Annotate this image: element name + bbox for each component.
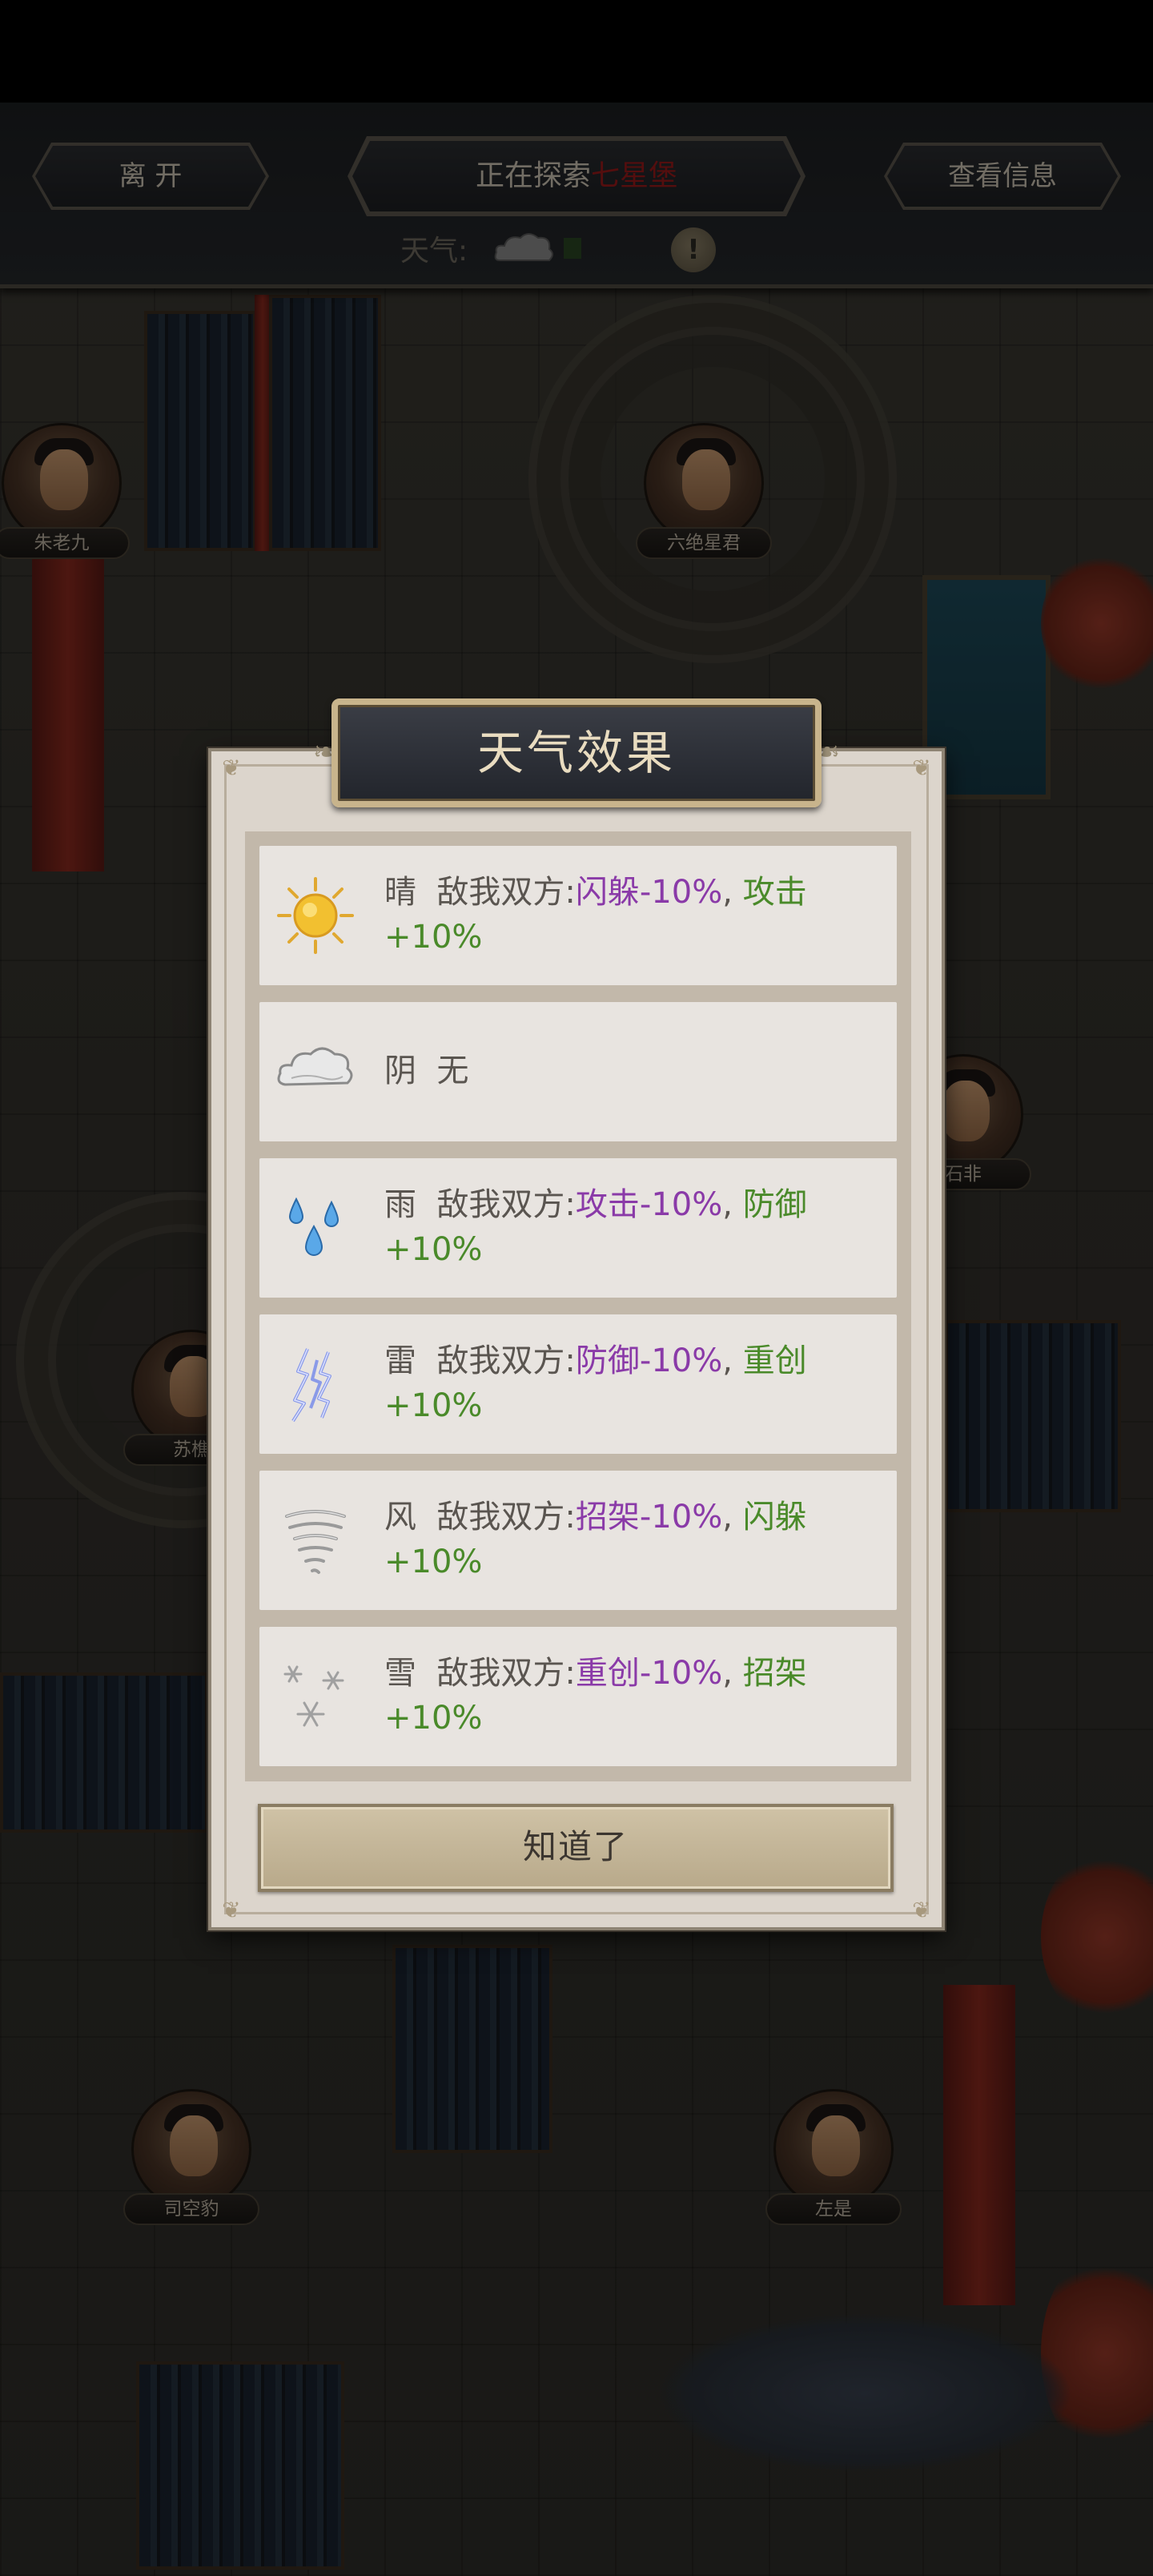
effect-prefix: 敌我双方: [436, 1342, 576, 1379]
effect-row-rain: 雨 敌我双方:攻击-10%, 防御 +10% [259, 1158, 897, 1298]
effect-row-snow: 雪 敌我双方:重创-10%, 招架 +10% [259, 1627, 897, 1766]
effect-positive-value: +10% [384, 1700, 483, 1737]
effect-positive-stat: 招架 [742, 1655, 807, 1692]
effect-positive-stat: 重创 [742, 1342, 807, 1379]
effect-text: 雨 敌我双方:攻击-10%, 防御 +10% [384, 1182, 873, 1272]
effect-row-wind: 风 敌我双方:招架-10%, 闪躲 +10% [259, 1471, 897, 1610]
effect-prefix: 敌我双方: [436, 1186, 576, 1223]
effect-negative: 防御-10% [575, 1342, 723, 1379]
thunder-icon [291, 1348, 331, 1423]
effect-none: 无 [436, 1053, 469, 1089]
effect-text: 雪 敌我双方:重创-10%, 招架 +10% [384, 1651, 873, 1741]
effect-separator: , [722, 1655, 733, 1692]
effect-positive-stat: 防御 [742, 1186, 807, 1223]
corner-ornament-icon: ❦ [912, 755, 931, 781]
effect-prefix: 敌我双方: [436, 874, 576, 911]
effect-name: 雪 [384, 1655, 416, 1692]
effect-separator: , [722, 1342, 733, 1379]
effect-row-sunny: 晴 敌我双方:闪躲-10%, 攻击 +10% [259, 846, 897, 985]
effect-text: 阴 无 [384, 1049, 873, 1093]
effect-row-thunder: 雷 敌我双方:防御-10%, 重创 +10% [259, 1314, 897, 1454]
effect-separator: , [722, 1186, 733, 1223]
snow-icon [283, 1665, 344, 1727]
effect-positive-value: +10% [384, 1231, 483, 1268]
effect-text: 雷 敌我双方:防御-10%, 重创 +10% [384, 1338, 873, 1428]
corner-ornament-icon: ❦ [222, 1897, 241, 1923]
effect-negative: 攻击-10% [575, 1186, 723, 1223]
effect-name: 雷 [384, 1342, 416, 1379]
wind-icon [285, 1510, 346, 1574]
effect-positive-value: +10% [384, 1387, 483, 1424]
effect-text: 风 敌我双方:招架-10%, 闪躲 +10% [384, 1495, 873, 1584]
effects-list: 晴 敌我双方:闪躲-10%, 攻击 +10% 阴 无 雨 敌我双方:攻击-10%,… [245, 831, 911, 1781]
effect-name: 阴 [384, 1053, 416, 1089]
corner-ornament-icon: ❦ [912, 1897, 931, 1923]
corner-ornament-icon: ❦ [222, 755, 241, 781]
confirm-button[interactable]: 知道了 [258, 1804, 894, 1892]
effect-text: 晴 敌我双方:闪躲-10%, 攻击 +10% [384, 870, 873, 960]
sun-icon [277, 877, 354, 954]
effect-name: 风 [384, 1499, 416, 1536]
cloud-icon [277, 1047, 353, 1086]
effect-negative: 闪躲-10% [575, 874, 723, 911]
effect-prefix: 敌我双方: [436, 1499, 576, 1536]
effect-positive-value: +10% [384, 919, 483, 956]
effect-prefix: 敌我双方: [436, 1655, 576, 1692]
effect-row-cloudy: 阴 无 [259, 1002, 897, 1141]
effect-separator: , [722, 874, 733, 911]
dialog-title: 天气效果 [476, 726, 676, 780]
effect-separator: , [722, 1499, 733, 1536]
effect-positive-value: +10% [384, 1544, 483, 1580]
effect-negative: 重创-10% [575, 1655, 723, 1692]
effect-name: 雨 [384, 1186, 416, 1223]
effect-negative: 招架-10% [575, 1499, 723, 1536]
status-bar [0, 0, 1153, 103]
effect-name: 晴 [384, 874, 416, 911]
effect-positive-stat: 攻击 [742, 874, 807, 911]
effect-positive-stat: 闪躲 [742, 1499, 807, 1536]
rain-icon [288, 1197, 339, 1256]
dialog-title-plate: 天气效果 [331, 698, 822, 807]
